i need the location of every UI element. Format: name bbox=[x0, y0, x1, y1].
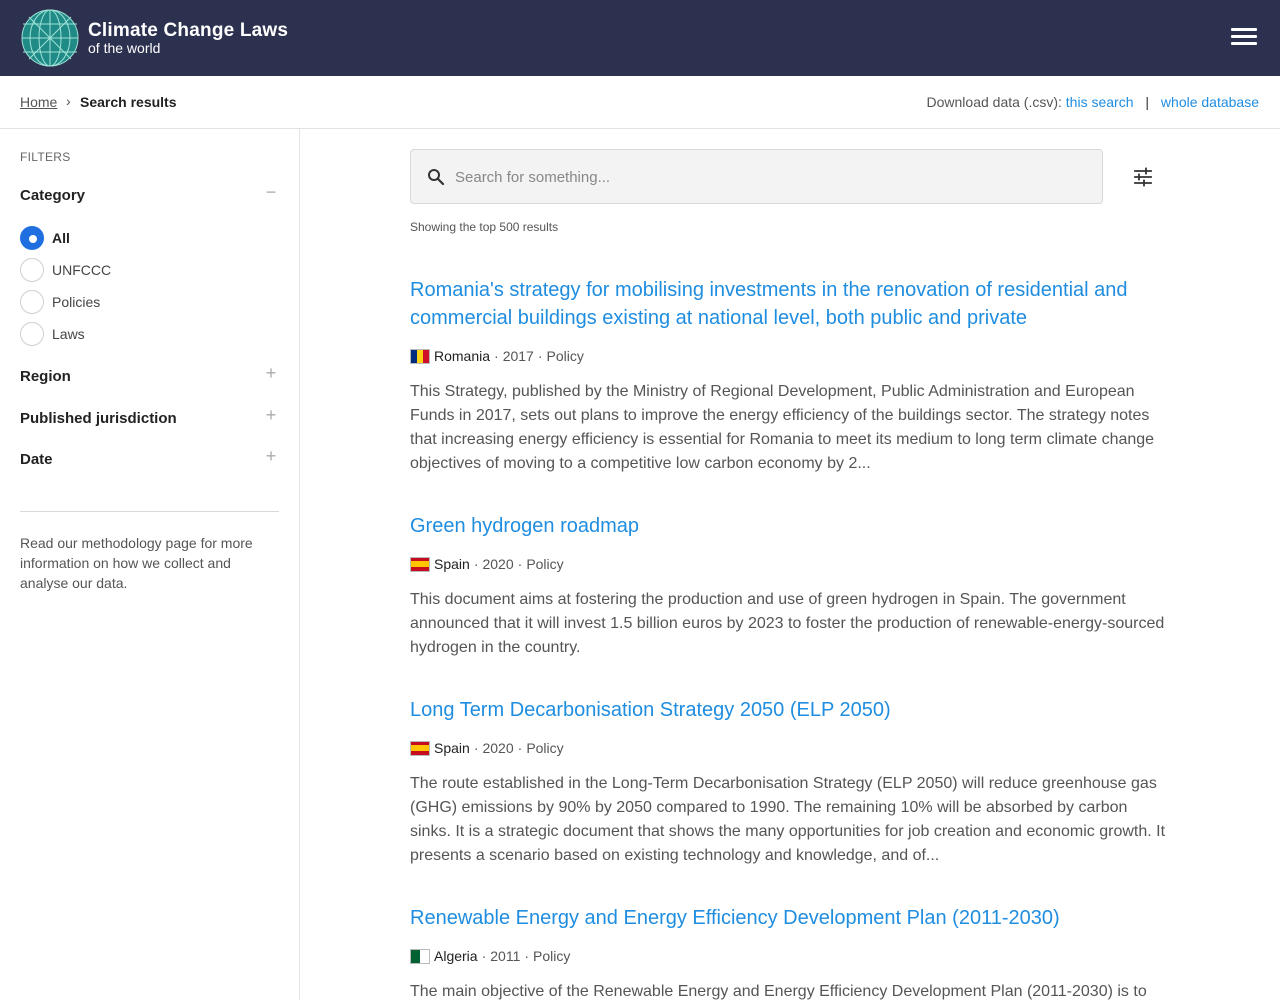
region-filter-title[interactable]: Region bbox=[20, 368, 71, 385]
brand-title[interactable]: Climate Change Laws bbox=[88, 20, 288, 42]
search-box[interactable] bbox=[410, 149, 1103, 204]
breadcrumb-current: Search results bbox=[80, 94, 177, 110]
result-type: Policy bbox=[546, 348, 584, 364]
result-title-link[interactable]: Renewable Energy and Energy Efficiency D… bbox=[410, 904, 1170, 932]
meta-separator: · bbox=[473, 740, 479, 756]
meta-separator: · bbox=[473, 556, 479, 572]
result-type: Policy bbox=[526, 740, 564, 756]
meta-separator: · bbox=[481, 948, 487, 964]
result-meta: Romania · 2017 · Policy bbox=[410, 346, 1170, 366]
result-description: This document aims at fostering the prod… bbox=[410, 591, 1165, 656]
romania-flag-icon bbox=[410, 348, 430, 364]
result-country: Spain bbox=[434, 740, 470, 756]
search-result: Long Term Decarbonisation Strategy 2050 … bbox=[410, 696, 1170, 868]
result-meta: Spain · 2020 · Policy bbox=[410, 738, 1170, 758]
brand-subtitle: of the world bbox=[88, 40, 161, 56]
meta-separator: · bbox=[524, 948, 530, 964]
globe-logo-icon[interactable] bbox=[21, 9, 79, 67]
meta-separator: · bbox=[517, 556, 523, 572]
result-year: 2017 bbox=[502, 348, 534, 364]
radio-button[interactable] bbox=[20, 290, 44, 314]
spain-flag-icon bbox=[410, 740, 430, 756]
result-country: Romania bbox=[434, 348, 491, 364]
hamburger-menu-icon[interactable] bbox=[1228, 26, 1260, 50]
menu-line bbox=[1231, 42, 1257, 45]
result-country: Spain bbox=[434, 556, 470, 572]
search-input[interactable] bbox=[455, 160, 1085, 194]
result-title-link[interactable]: Romania's strategy for mobilising invest… bbox=[410, 276, 1170, 332]
download-divider: | bbox=[1145, 94, 1150, 110]
menu-line bbox=[1231, 35, 1257, 38]
date-filter-title[interactable]: Date bbox=[20, 451, 53, 468]
sidebar-divider bbox=[20, 511, 279, 512]
result-meta: Algeria · 2011 · Policy bbox=[410, 946, 1170, 966]
filters-sidebar: FILTERS Category − All UNFCCC Policies L… bbox=[0, 129, 300, 1000]
meta-separator: · bbox=[537, 348, 543, 364]
download-whole-database-link[interactable]: whole database bbox=[1161, 94, 1259, 110]
result-country: Algeria bbox=[434, 948, 478, 964]
result-type: Policy bbox=[526, 556, 564, 572]
category-option-label: UNFCCC bbox=[52, 262, 112, 278]
breadcrumb-separator: › bbox=[66, 93, 71, 109]
category-option-label: Policies bbox=[52, 294, 101, 310]
algeria-flag-icon bbox=[410, 948, 430, 964]
radio-button[interactable] bbox=[20, 226, 44, 250]
filters-heading: FILTERS bbox=[20, 150, 71, 164]
result-type: Policy bbox=[533, 948, 571, 964]
result-year: 2011 bbox=[490, 948, 521, 964]
result-description: The route established in the Long-Term D… bbox=[410, 775, 1166, 864]
expand-icon[interactable]: + bbox=[262, 364, 280, 382]
category-option-label: All bbox=[52, 230, 70, 246]
search-result: Romania's strategy for mobilising invest… bbox=[410, 276, 1170, 476]
radio-button[interactable] bbox=[20, 258, 44, 282]
radio-button[interactable] bbox=[20, 322, 44, 346]
breadcrumb-bar: Home › Search results Download data (.cs… bbox=[0, 76, 1280, 129]
top-header: Climate Change Laws of the world bbox=[0, 0, 1280, 76]
result-year: 2020 bbox=[482, 740, 514, 756]
expand-icon[interactable]: + bbox=[262, 447, 280, 465]
category-option-policies[interactable]: Policies bbox=[20, 290, 100, 314]
download-data: Download data (.csv): this search | whol… bbox=[927, 94, 1260, 110]
search-icon bbox=[428, 169, 445, 186]
category-option-all[interactable]: All bbox=[20, 226, 70, 250]
tune-sliders-icon[interactable] bbox=[1132, 166, 1154, 188]
methodology-note[interactable]: Read our methodology page for more infor… bbox=[20, 533, 282, 593]
category-option-unfccc[interactable]: UNFCCC bbox=[20, 258, 111, 282]
published-jurisdiction-filter-title[interactable]: Published jurisdiction bbox=[20, 410, 177, 427]
collapse-icon[interactable]: − bbox=[262, 183, 280, 201]
spain-flag-icon bbox=[410, 556, 430, 572]
result-description: The main objective of the Renewable Ener… bbox=[410, 983, 1147, 1000]
result-title-link[interactable]: Long Term Decarbonisation Strategy 2050 … bbox=[410, 696, 1170, 724]
results-count: Showing the top 500 results bbox=[410, 220, 559, 234]
result-year: 2020 bbox=[482, 556, 514, 572]
expand-icon[interactable]: + bbox=[262, 406, 280, 424]
category-option-label: Laws bbox=[52, 326, 85, 342]
result-title-link[interactable]: Green hydrogen roadmap bbox=[410, 512, 1170, 540]
meta-separator: · bbox=[517, 740, 523, 756]
menu-line bbox=[1231, 28, 1257, 31]
category-option-laws[interactable]: Laws bbox=[20, 322, 85, 346]
meta-separator: · bbox=[494, 348, 499, 364]
download-this-search-link[interactable]: this search bbox=[1066, 94, 1134, 110]
download-label: Download data (.csv): bbox=[926, 94, 1062, 110]
search-result: Green hydrogen roadmap Spain · 2020 · Po… bbox=[410, 512, 1170, 660]
result-meta: Spain · 2020 · Policy bbox=[410, 554, 1170, 574]
search-result: Renewable Energy and Energy Efficiency D… bbox=[410, 904, 1170, 1004]
breadcrumb-home-link[interactable]: Home bbox=[20, 94, 57, 110]
category-filter-title[interactable]: Category bbox=[20, 187, 85, 204]
result-description: This Strategy, published by the Ministry… bbox=[410, 383, 1155, 472]
